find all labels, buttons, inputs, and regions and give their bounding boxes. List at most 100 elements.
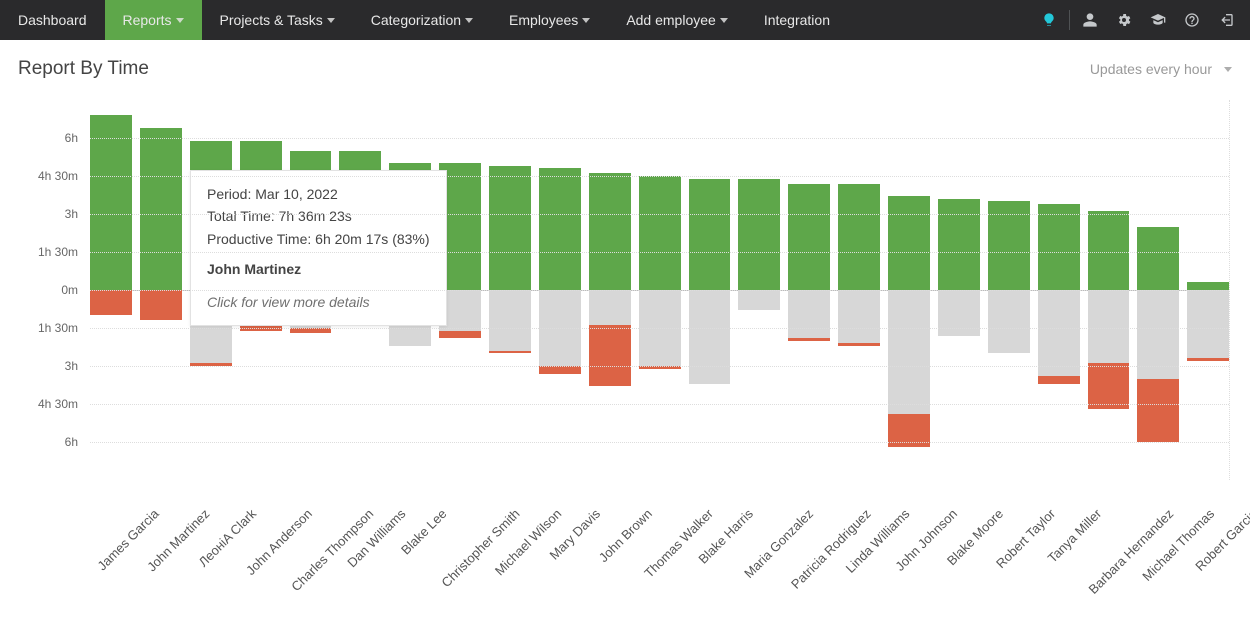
- bar-productive: [888, 196, 930, 290]
- x-tick: Dan Williams: [340, 506, 382, 634]
- nav-item-label: Integration: [764, 0, 830, 40]
- y-tick-label: 1h 30m: [12, 321, 84, 335]
- bar-unproductive: [1088, 363, 1130, 409]
- bar-productive: [788, 184, 830, 290]
- bar-unproductive: [439, 331, 481, 339]
- x-tick: Robert Taylor: [988, 506, 1030, 634]
- bar-idle: [689, 290, 731, 384]
- bar-productive: [90, 115, 132, 290]
- bar-productive: [439, 163, 481, 290]
- bar-productive: [339, 151, 381, 290]
- bar-idle: [489, 290, 531, 353]
- x-axis-labels: James GarciaJohn MartinezЛеонiA ClarkJoh…: [90, 506, 1230, 634]
- y-tick-label: 6h: [12, 131, 84, 145]
- bar-productive: [140, 128, 182, 290]
- x-tick: John Martinez: [140, 506, 182, 634]
- x-tick: Blake Lee: [389, 506, 431, 634]
- bar-unproductive: [339, 320, 381, 323]
- chart: 0m 1h 30m 3h 4h 30m 6h 1h 30m 3h 4h 30m 6h Perio…: [12, 100, 1238, 634]
- gear-icon[interactable]: [1108, 0, 1140, 40]
- chevron-down-icon: [582, 18, 590, 23]
- x-tick: Barbara Hernandez: [1088, 506, 1130, 634]
- y-tick-label: 3h: [12, 207, 84, 221]
- bar-idle: [1187, 290, 1229, 361]
- bar-productive: [738, 179, 780, 290]
- nav-item[interactable]: Integration: [746, 0, 848, 40]
- x-tick: John Johnson: [889, 506, 931, 634]
- bar-productive: [838, 184, 880, 290]
- y-tick-label: 4h 30m: [12, 397, 84, 411]
- x-tick: Patricia Rodriguez: [789, 506, 831, 634]
- x-tick: Michael Thomas: [1138, 506, 1180, 634]
- bar-productive: [1187, 282, 1229, 290]
- nav-item-label: Add employee: [626, 0, 716, 40]
- bar-productive: [1038, 204, 1080, 290]
- bar-productive: [689, 179, 731, 290]
- nav-separator: [1069, 10, 1070, 30]
- nav-item-label: Reports: [123, 0, 172, 40]
- nav-item[interactable]: Dashboard: [0, 0, 105, 40]
- bar-unproductive: [589, 325, 631, 386]
- bar-unproductive: [539, 366, 581, 374]
- x-tick: Robert Garcia: [1188, 506, 1230, 634]
- bar-idle: [988, 290, 1030, 353]
- bar-unproductive: [90, 290, 132, 315]
- bar-idle: [639, 290, 681, 369]
- x-tick: John Brown: [589, 506, 631, 634]
- bar-idle: [788, 290, 830, 341]
- bar-idle: [389, 290, 431, 346]
- nav-item[interactable]: Categorization: [353, 0, 491, 40]
- nav-item-label: Dashboard: [18, 0, 87, 40]
- bar-idle: [738, 290, 780, 310]
- x-tick: Tanya Miller: [1038, 506, 1080, 634]
- nav-spacer: [848, 0, 1033, 40]
- chevron-down-icon: [176, 18, 184, 23]
- nav-item[interactable]: Reports: [105, 0, 202, 40]
- top-nav: Dashboard Reports Projects & TasksCategori…: [0, 0, 1250, 40]
- x-tick: ЛеонiA Clark: [190, 506, 232, 634]
- x-tick: Thomas Walker: [639, 506, 681, 634]
- chevron-down-icon: [1224, 67, 1232, 72]
- user-icon[interactable]: [1074, 0, 1106, 40]
- page-title: Report By Time: [18, 58, 149, 80]
- x-tick: Mary Davis: [539, 506, 581, 634]
- x-tick: Maria Gonzalez: [739, 506, 781, 634]
- bar-productive: [1088, 211, 1130, 290]
- bar-unproductive: [788, 338, 830, 341]
- bar-productive: [938, 199, 980, 290]
- bar-idle: [539, 290, 581, 374]
- x-tick-label: Robert Garcia: [1192, 506, 1250, 574]
- bar-unproductive: [1187, 358, 1229, 361]
- help-icon[interactable]: [1176, 0, 1208, 40]
- title-row: Report By Time Updates every hour: [12, 48, 1238, 80]
- x-tick: Christopher Smith: [439, 506, 481, 634]
- y-tick-label: 6h: [12, 435, 84, 449]
- updates-label: Updates every hour: [1090, 61, 1212, 77]
- updates-toggle[interactable]: Updates every hour: [1090, 61, 1232, 77]
- bar-productive: [190, 141, 232, 290]
- x-tick: Blake Harris: [689, 506, 731, 634]
- y-tick-label: 4h 30m: [12, 169, 84, 183]
- logout-icon[interactable]: [1210, 0, 1242, 40]
- chevron-down-icon: [327, 18, 335, 23]
- nav-item[interactable]: Add employee: [608, 0, 746, 40]
- chevron-down-icon: [720, 18, 728, 23]
- x-tick: Charles Thompson: [290, 506, 332, 634]
- bar-idle: [240, 290, 282, 331]
- bar-idle: [838, 290, 880, 346]
- nav-item[interactable]: Employees: [491, 0, 608, 40]
- bar-productive: [639, 176, 681, 290]
- nav-right: [1033, 0, 1250, 40]
- plot-area[interactable]: Period: Mar 10, 2022 Total Time: 7h 36m …: [90, 100, 1230, 480]
- learn-icon[interactable]: [1142, 0, 1174, 40]
- y-tick-label: 0m: [12, 283, 84, 297]
- nav-item[interactable]: Projects & Tasks: [202, 0, 353, 40]
- page: Report By Time Updates every hour 0m 1h 3…: [0, 40, 1250, 642]
- y-tick-label: 3h: [12, 359, 84, 373]
- bar-unproductive: [838, 343, 880, 346]
- tips-icon[interactable]: [1033, 0, 1065, 40]
- x-tick: Michael Wilson: [489, 506, 531, 634]
- bar-productive: [240, 141, 282, 290]
- bar-unproductive: [140, 290, 182, 320]
- y-tick-label: 1h 30m: [12, 245, 84, 259]
